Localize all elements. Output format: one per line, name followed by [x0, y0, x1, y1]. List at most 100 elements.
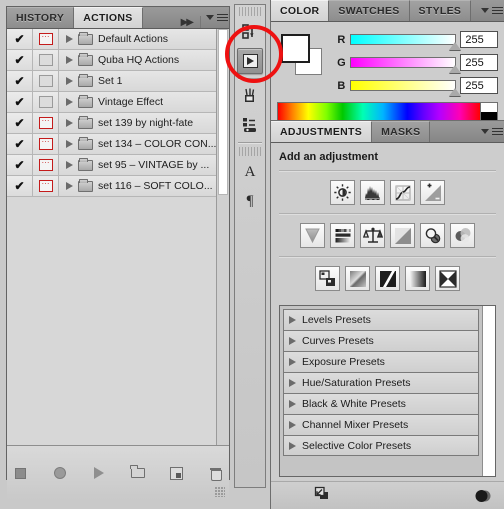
tab-adjustments[interactable]: ADJUSTMENTS	[271, 121, 373, 142]
play-selection-button[interactable]	[90, 465, 107, 482]
table-row[interactable]: ✔ set 116 – SOFT COLO...	[7, 176, 229, 197]
gradient-map-button[interactable]	[405, 266, 430, 291]
selective-color-button[interactable]	[435, 266, 460, 291]
action-enable-checkbox[interactable]: ✔	[7, 29, 33, 49]
action-name-cell[interactable]: Set 1	[59, 71, 229, 91]
slider-thumb-icon[interactable]	[449, 65, 462, 73]
disclosure-triangle-icon[interactable]	[66, 56, 73, 64]
create-new-action-button[interactable]	[168, 465, 185, 482]
create-new-set-button[interactable]	[129, 465, 146, 482]
action-name-cell[interactable]: Quba HQ Actions	[59, 50, 229, 70]
brightness-contrast-button[interactable]	[330, 180, 355, 205]
disclosure-triangle-icon[interactable]	[289, 379, 296, 387]
expand-view-button[interactable]	[313, 485, 331, 506]
color-spectrum-ramp[interactable]	[277, 102, 498, 121]
action-dialog-toggle[interactable]	[33, 113, 59, 133]
tab-actions[interactable]: ACTIONS	[74, 7, 143, 28]
list-item[interactable]: Selective Color Presets	[283, 435, 479, 456]
action-name-cell[interactable]: set 95 – VINTAGE by ...	[59, 155, 229, 175]
table-row[interactable]: ✔ set 139 by night-fate	[7, 113, 229, 134]
list-item[interactable]: Black & White Presets	[283, 393, 479, 414]
dock-drag-grip[interactable]	[239, 147, 261, 156]
slider-thumb-icon[interactable]	[449, 42, 462, 50]
table-row[interactable]: ✔ Vintage Effect	[7, 92, 229, 113]
action-dialog-toggle[interactable]	[33, 92, 59, 112]
red-value-field[interactable]: 255	[460, 31, 498, 48]
channel-mixer-button[interactable]	[450, 223, 475, 248]
levels-button[interactable]	[360, 180, 385, 205]
list-item[interactable]: Curves Presets	[283, 330, 479, 351]
green-value-field[interactable]: 255	[460, 54, 498, 71]
color-panel-menu-button[interactable]	[480, 0, 504, 21]
action-dialog-toggle[interactable]	[33, 29, 59, 49]
white-black-swatches[interactable]	[480, 103, 497, 120]
list-item[interactable]: Channel Mixer Presets	[283, 414, 479, 435]
disclosure-triangle-icon[interactable]	[289, 358, 296, 366]
dock-drag-grip[interactable]	[239, 7, 261, 16]
disclosure-triangle-icon[interactable]	[66, 119, 73, 127]
action-dialog-toggle[interactable]	[33, 134, 59, 154]
disclosure-triangle-icon[interactable]	[66, 35, 73, 43]
table-row[interactable]: ✔ set 95 – VINTAGE by ...	[7, 155, 229, 176]
foreground-color-swatch[interactable]	[281, 34, 310, 63]
photo-filter-button[interactable]	[420, 223, 445, 248]
action-enable-checkbox[interactable]: ✔	[7, 134, 33, 154]
vibrance-button[interactable]	[300, 223, 325, 248]
color-balance-button[interactable]	[360, 223, 385, 248]
action-enable-checkbox[interactable]: ✔	[7, 71, 33, 91]
black-swatch[interactable]	[481, 111, 497, 120]
action-dialog-toggle[interactable]	[33, 71, 59, 91]
exposure-button[interactable]	[420, 180, 445, 205]
delete-button[interactable]	[207, 465, 224, 482]
dock-button-actions[interactable]	[237, 48, 263, 74]
hue-saturation-button[interactable]	[330, 223, 355, 248]
action-name-cell[interactable]: Default Actions	[59, 29, 229, 49]
dock-button-history[interactable]	[237, 19, 263, 45]
action-enable-checkbox[interactable]: ✔	[7, 155, 33, 175]
white-swatch[interactable]	[481, 103, 497, 112]
disclosure-triangle-icon[interactable]	[289, 441, 296, 450]
list-item[interactable]: Levels Presets	[283, 309, 479, 330]
disclosure-triangle-icon[interactable]	[289, 316, 296, 324]
disclosure-triangle-icon[interactable]	[66, 182, 73, 190]
invert-button[interactable]	[315, 266, 340, 291]
table-row[interactable]: ✔ Set 1	[7, 71, 229, 92]
black-and-white-button[interactable]	[390, 223, 415, 248]
actions-scrollbar-thumb[interactable]	[218, 29, 228, 195]
action-enable-checkbox[interactable]: ✔	[7, 50, 33, 70]
blue-value-field[interactable]: 255	[460, 77, 498, 94]
disclosure-triangle-icon[interactable]	[289, 400, 296, 408]
disclosure-triangle-icon[interactable]	[66, 77, 73, 85]
green-slider[interactable]	[349, 57, 462, 73]
red-slider[interactable]	[349, 34, 462, 50]
action-name-cell[interactable]: Vintage Effect	[59, 92, 229, 112]
tab-styles[interactable]: STYLES	[409, 0, 472, 21]
action-name-cell[interactable]: set 139 by night-fate	[59, 113, 229, 133]
action-enable-checkbox[interactable]: ✔	[7, 113, 33, 133]
delete-adjustment-layer-button[interactable]	[470, 489, 494, 503]
list-item[interactable]: Hue/Saturation Presets	[283, 372, 479, 393]
actions-panel-menu-button[interactable]	[205, 7, 229, 28]
presets-scrollbar[interactable]	[482, 306, 495, 476]
action-dialog-toggle[interactable]	[33, 155, 59, 175]
list-item[interactable]: Exposure Presets	[283, 351, 479, 372]
action-name-cell[interactable]: set 116 – SOFT COLO...	[59, 176, 229, 196]
tab-swatches[interactable]: SWATCHES	[329, 0, 410, 21]
action-enable-checkbox[interactable]: ✔	[7, 176, 33, 196]
tab-history[interactable]: HISTORY	[7, 7, 75, 28]
action-name-cell[interactable]: set 134 – COLOR CON...	[59, 134, 229, 154]
disclosure-triangle-icon[interactable]	[66, 140, 73, 148]
blue-slider[interactable]	[349, 80, 462, 96]
curves-button[interactable]	[390, 180, 415, 205]
adjustments-panel-menu-button[interactable]	[480, 121, 504, 142]
posterize-button[interactable]	[345, 266, 370, 291]
resize-grip-icon[interactable]	[215, 487, 225, 497]
slider-thumb-icon[interactable]	[449, 88, 462, 96]
disclosure-triangle-icon[interactable]	[66, 98, 73, 106]
dock-button-paragraph[interactable]: ¶	[237, 188, 263, 214]
collapse-panel-icon[interactable]: ▶▶	[181, 17, 196, 28]
action-dialog-toggle[interactable]	[33, 50, 59, 70]
tab-masks[interactable]: MASKS	[372, 121, 431, 142]
table-row[interactable]: ✔ Default Actions	[7, 29, 229, 50]
disclosure-triangle-icon[interactable]	[289, 337, 296, 345]
